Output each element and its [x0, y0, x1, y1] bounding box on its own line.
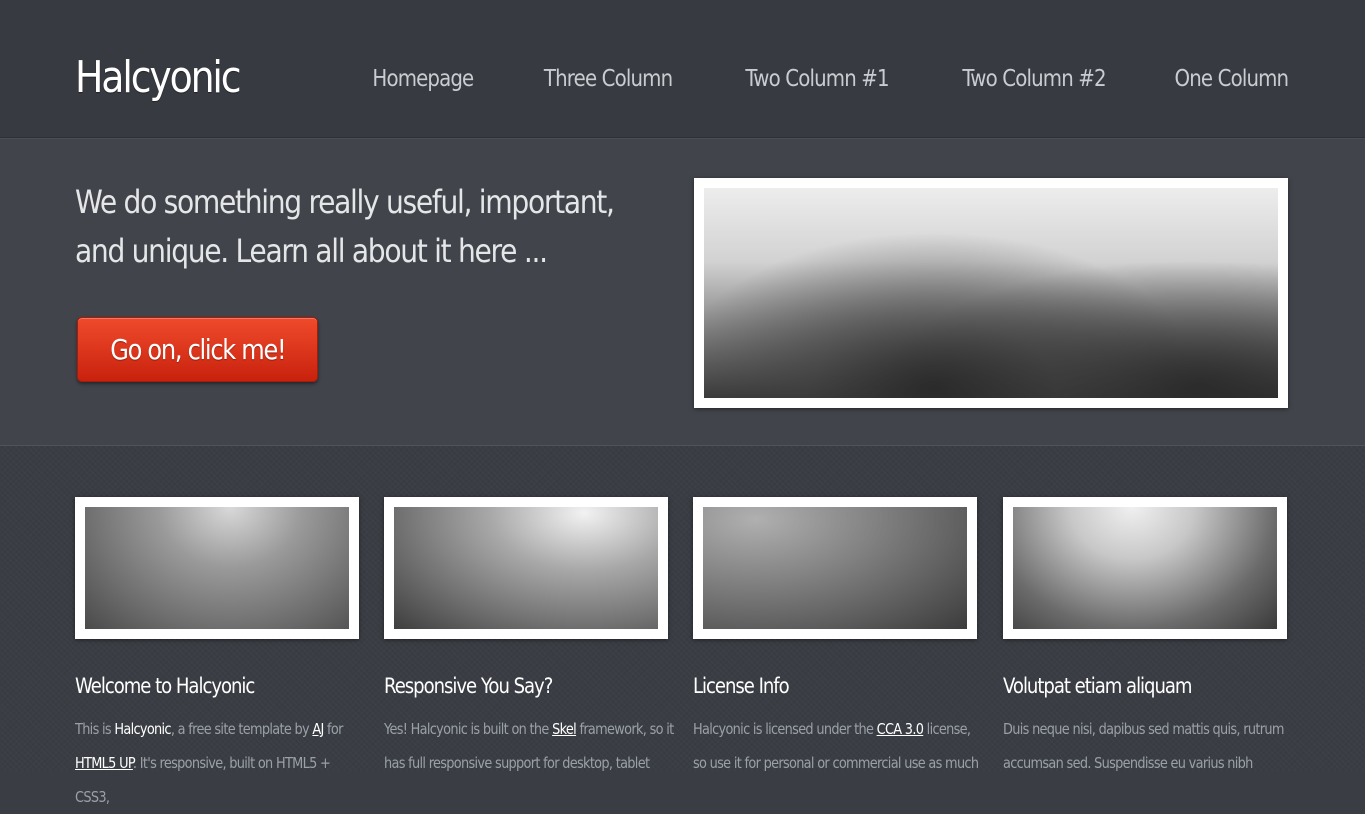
cta-button-label: Go on, click me! — [109, 333, 286, 366]
feature-text-1-part: This is — [75, 720, 115, 738]
nav-item-three-column[interactable]: Three Column — [544, 66, 673, 92]
author-link[interactable]: AJ — [312, 720, 324, 738]
feature-column-2: Responsive You Say? Yes! Halcyonic is bu… — [384, 674, 684, 780]
feature-text-1: This is Halcyonic, a free site template … — [75, 712, 367, 814]
feature-image-2[interactable] — [384, 497, 668, 639]
feature-text-3-part: Halcyonic is licensed under the — [693, 720, 877, 738]
site-logo[interactable]: Halcyonic — [75, 52, 242, 103]
feature-text-4: Duis neque nisi, dapibus sed mattis quis… — [1003, 712, 1295, 780]
feature-image-1[interactable] — [75, 497, 359, 639]
banner-headline: We do something really useful, important… — [75, 183, 615, 270]
nav-item-two-column-2[interactable]: Two Column #2 — [962, 66, 1106, 92]
license-link[interactable]: CCA 3.0 — [877, 720, 924, 738]
feature-column-1: Welcome to Halcyonic This is Halcyonic, … — [75, 674, 375, 814]
feature-text-1-part: , a free site template by — [170, 720, 313, 738]
site-header: Halcyonic Homepage Three Column Two Colu… — [0, 0, 1365, 139]
feature-image-4-picture — [1013, 507, 1277, 629]
banner-image — [704, 188, 1278, 398]
feature-column-3: License Info Halcyonic is licensed under… — [693, 674, 993, 780]
feature-title-4: Volutpat etiam aliquam — [1003, 674, 1193, 698]
feature-text-3: Halcyonic is licensed under the CCA 3.0 … — [693, 712, 985, 780]
html5up-link[interactable]: HTML5 UP — [75, 754, 134, 772]
feature-text-4-part: Duis neque nisi, dapibus sed mattis quis… — [1003, 720, 1284, 772]
feature-image-1-picture — [85, 507, 349, 629]
main-nav: Homepage Three Column Two Column #1 Two … — [306, 66, 1289, 92]
feature-title-2: Responsive You Say? — [384, 674, 553, 698]
feature-text-2-part: Yes! Halcyonic is built on the — [384, 720, 553, 738]
feature-title-1: Welcome to Halcyonic — [75, 674, 255, 698]
feature-text-1-part: for — [323, 720, 343, 738]
feature-image-3-picture — [703, 507, 967, 629]
skel-link[interactable]: Skel — [552, 720, 577, 738]
banner-image-frame — [694, 178, 1288, 408]
feature-image-2-picture — [394, 507, 658, 629]
nav-item-two-column-1[interactable]: Two Column #1 — [746, 66, 890, 92]
feature-image-3[interactable] — [693, 497, 977, 639]
nav-item-homepage[interactable]: Homepage — [372, 66, 474, 92]
feature-text-2: Yes! Halcyonic is built on the Skel fram… — [384, 712, 676, 780]
feature-title-3: License Info — [693, 674, 790, 698]
feature-text-1-bold: Halcyonic — [114, 720, 171, 738]
feature-image-4[interactable] — [1003, 497, 1287, 639]
cta-button[interactable]: Go on, click me! — [77, 317, 318, 382]
nav-item-one-column[interactable]: One Column — [1174, 66, 1289, 92]
feature-column-4: Volutpat etiam aliquam Duis neque nisi, … — [1003, 674, 1303, 780]
